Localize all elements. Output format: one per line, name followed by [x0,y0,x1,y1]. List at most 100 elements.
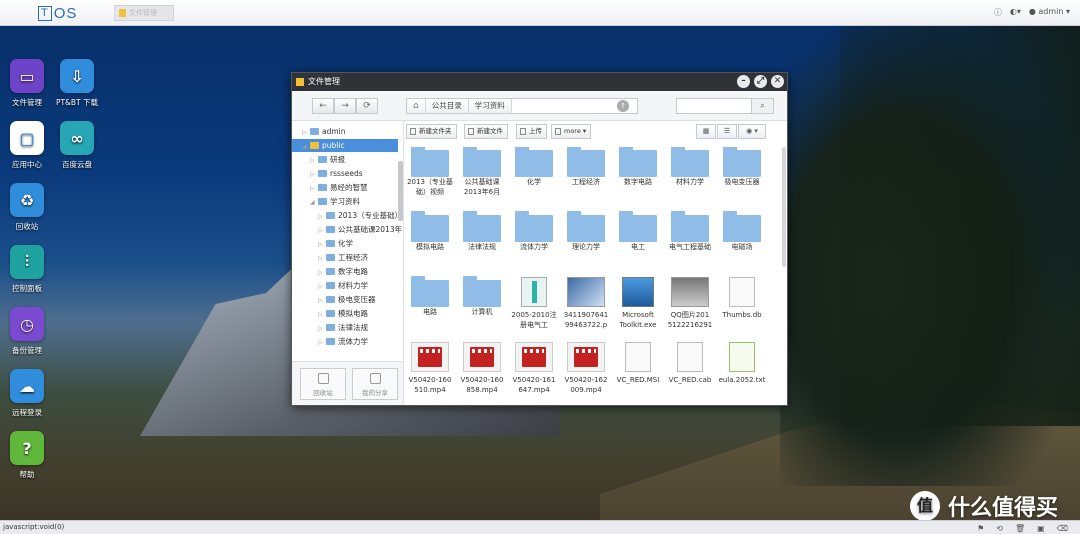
forward-button[interactable]: → [334,98,356,114]
file-item[interactable]: V50420-162 009.mp4 [562,342,610,395]
desktop-icon[interactable]: ∞ 百度云盘 [48,121,106,170]
tree-item[interactable]: ▷ 数字电路 [292,265,398,278]
window-titlebar[interactable]: 文件管理 – ⤢ ✕ [292,73,787,91]
file-item[interactable]: Thumbs.db [718,277,766,320]
folder-item[interactable]: 化学 [510,147,558,187]
tos-logo[interactable]: T OS [38,5,77,22]
back-button[interactable]: ← [312,98,334,114]
expand-arrow-icon[interactable]: ▷ [318,308,326,321]
minimize-button[interactable]: – [737,75,750,88]
folder-item[interactable]: 流体力学 [510,211,558,252]
file-item[interactable]: Microsoft Toolkit.exe [614,277,662,330]
trash-icon[interactable]: 🗑 [1015,522,1025,534]
file-item[interactable]: QQ图片201 5122216291 [666,277,714,330]
folder-item[interactable]: 电工 [614,211,662,252]
more-dropdown[interactable]: more ▾ [551,124,592,139]
home-icon[interactable]: ⌂ [407,99,426,113]
file-item[interactable]: V50420-161 647.mp4 [510,342,558,395]
expand-arrow-icon[interactable]: ▷ [318,210,326,223]
expand-arrow-icon[interactable]: ▷ [318,266,326,279]
tree-item[interactable]: ◢ 学习资料 [292,195,398,208]
file-item[interactable]: eula.2052.txt [718,342,766,385]
new-folder-button[interactable]: 新建文件夹 [406,124,457,139]
user-menu[interactable]: ● admin ▾ [1029,7,1070,18]
expand-arrow-icon[interactable]: ▷ [310,154,318,167]
expand-arrow-icon[interactable]: ▷ [310,168,318,181]
tree-item[interactable]: ▷ 极电变压器 [292,293,398,306]
recycle-bin-button[interactable]: 回收站 [300,368,346,400]
expand-arrow-icon[interactable]: ▷ [302,126,310,139]
expand-arrow-icon[interactable]: ◢ [310,196,318,209]
expand-arrow-icon[interactable]: ▷ [318,252,326,265]
expand-arrow-icon[interactable]: ▷ [318,280,326,293]
folder-item[interactable]: 极电变压器 [718,147,766,187]
tree-item[interactable]: ▷ 流体力学 [292,335,398,348]
folder-item[interactable]: 2013（专业基础）视频 [406,147,454,197]
list-view-button[interactable]: ☰ [717,124,737,139]
tree-item[interactable]: ▷ admin [292,125,398,138]
file-item[interactable]: V50420-160 510.mp4 [406,342,454,395]
expand-arrow-icon[interactable]: ▷ [318,238,326,251]
tree-item[interactable]: ▷ 法律法规 [292,321,398,334]
folder-item[interactable]: 电路 [406,276,454,317]
tree-item[interactable]: ▷ 材料力学 [292,279,398,292]
tree-item[interactable]: ▷ 化学 [292,237,398,250]
desktop-icon[interactable]: ☁ 远程登录 [0,369,56,418]
folder-item[interactable]: 法律法规 [458,211,506,252]
file-item[interactable]: 3411907641 99463722.p [562,277,610,330]
breadcrumb-item[interactable]: 公共目录 [425,99,469,113]
logout-icon[interactable]: ⌫ [1057,522,1068,534]
file-item[interactable]: V50420-160 858.mp4 [458,342,506,395]
tree-item[interactable]: ▷ 2013（专业基础） [292,209,402,223]
folder-item[interactable]: 数字电路 [614,147,662,187]
expand-arrow-icon[interactable]: ▷ [318,322,326,335]
folder-item[interactable]: 公共基础课2013年6月 [458,147,506,197]
desktop-icon[interactable]: ⇩ PT&BT 下载 [48,59,106,108]
folder-item[interactable]: 模拟电路 [406,211,454,252]
tree-item[interactable]: ▷ 易经的智慧 [292,181,398,194]
taskbar-file-manager-button[interactable]: 文件管理 [114,5,174,21]
folder-item[interactable]: 工程经济 [562,147,610,187]
my-share-button[interactable]: 我的分享 [352,368,398,400]
expand-arrow-icon[interactable]: ▷ [318,294,326,307]
tree-item[interactable]: ▷ rssseeds [292,167,398,180]
file-item[interactable]: 2005-2010注册电气工 [510,277,558,330]
desktop-icon[interactable]: ◷ 备份管理 [0,307,56,356]
expand-arrow-icon[interactable]: ▷ [318,224,326,237]
folder-item[interactable]: 电磁场 [718,211,766,252]
tree-item[interactable]: ▷ 工程经济 [292,251,398,264]
tree-item[interactable]: ▷ 研报 [292,153,398,166]
breadcrumb-item[interactable]: 学习资料 [468,99,512,113]
tree-scrollbar[interactable] [398,161,403,221]
language-icon[interactable]: ◐▾ [1010,7,1021,18]
tree-item[interactable]: ◢ public [292,139,398,152]
new-file-button[interactable]: 新建文件 [464,124,508,139]
folder-item[interactable]: 电气工程基础 [666,211,714,252]
file-item[interactable]: VC_RED.cab [666,342,714,385]
refresh-icon[interactable]: ⟲ [996,522,1003,534]
desktop-icon[interactable]: ? 帮助 [0,431,56,480]
upload-button[interactable]: 上传 [516,124,547,139]
desktop-icon[interactable]: ♻ 回收站 [0,183,56,232]
view-options-dropdown[interactable]: ◉ ▾ [738,124,766,139]
expand-arrow-icon[interactable]: ▷ [318,336,326,349]
grid-view-button[interactable]: ▦ [696,124,716,139]
search-icon[interactable]: ⌕ [751,99,773,113]
parent-directory-button[interactable]: ↑ [617,100,629,112]
tree-item[interactable]: ▷ 公共基础课2013年 [292,223,402,237]
close-button[interactable]: ✕ [771,75,784,88]
file-grid-scrollbar[interactable] [782,147,786,267]
folder-item[interactable]: 理论力学 [562,211,610,252]
desktop-icon[interactable]: ⫶ 控制面板 [0,245,56,294]
tree-item[interactable]: ▷ 模拟电路 [292,307,398,320]
folder-item[interactable]: 计算机 [458,276,506,317]
pin-icon[interactable]: ⚑ [977,522,984,534]
maximize-button[interactable]: ⤢ [754,75,767,88]
folder-item[interactable]: 材料力学 [666,147,714,187]
refresh-button[interactable]: ⟳ [356,98,378,114]
file-item[interactable]: VC_RED.MSI [614,342,662,385]
expand-arrow-icon[interactable]: ◢ [302,140,310,153]
search-input[interactable]: ⌕ [676,98,774,114]
expand-arrow-icon[interactable]: ▷ [310,182,318,195]
info-icon[interactable]: ⓘ [994,7,1002,18]
